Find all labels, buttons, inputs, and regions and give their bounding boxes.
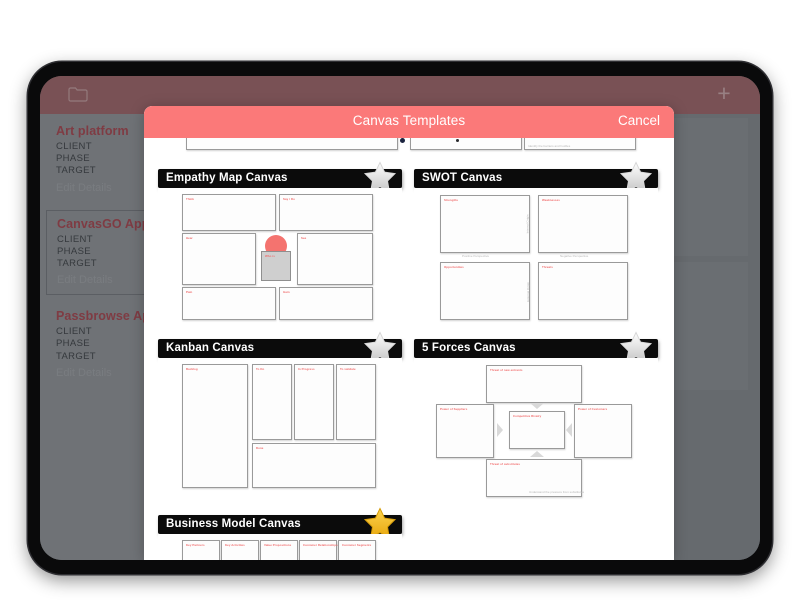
- templates-scroll-area[interactable]: Identify the barriers and hurdles Empath…: [144, 138, 674, 560]
- canvas-box-label: Pain: [185, 289, 192, 294]
- modal-header: Canvas Templates Cancel: [144, 106, 674, 138]
- canvas-box: Customer Segments: [338, 540, 376, 560]
- arrow-down-icon: [530, 403, 544, 409]
- canvas-box: Think: [182, 194, 276, 231]
- canvas-box-label: Competitive Rivalry: [512, 413, 541, 418]
- canvas-box: In Progress: [294, 364, 334, 440]
- canvas-box: To validate: [336, 364, 376, 440]
- canvas-box-label: Strengths: [443, 197, 458, 202]
- page-title: Canvas Templates: [352, 113, 466, 128]
- canvas-box-label: Backlog: [185, 366, 198, 371]
- canvas-box: Strengths: [440, 195, 530, 253]
- template-title-bar: 5 Forces Canvas: [414, 331, 658, 363]
- canvas-box: Done: [252, 443, 376, 488]
- canvas-box-label: Power of Suppliers: [439, 406, 467, 411]
- persona-body-shape: Who is: [261, 251, 291, 281]
- template-card-5-forces[interactable]: 5 Forces Canvas Threat of new entrants P…: [414, 331, 658, 502]
- template-name: Empathy Map Canvas: [166, 172, 288, 184]
- template-name: SWOT Canvas: [422, 172, 503, 184]
- template-title-bar: SWOT Canvas: [414, 161, 658, 193]
- canvas-box: Value Propositions: [260, 540, 298, 560]
- canvas-box: Backlog: [182, 364, 248, 488]
- canvas-box-label: Customer Relationships: [302, 542, 338, 547]
- template-name: 5 Forces Canvas: [422, 342, 516, 354]
- canvas-box: Key Partners: [182, 540, 220, 560]
- template-title-bar: Kanban Canvas: [158, 331, 402, 363]
- canvas-box-label: Value Propositions: [263, 542, 291, 547]
- device-screen: + Art platform CLIENT PHASE TARGET Edit …: [40, 76, 760, 560]
- template-title-bar: Empathy Map Canvas: [158, 161, 402, 193]
- canvas-box-label: Threat of substitutes: [489, 461, 520, 466]
- canvas-box-label: To Do: [255, 366, 264, 371]
- canvas-box-label: See: [300, 235, 306, 240]
- canvas-box-label: Done: [255, 445, 263, 450]
- canvas-box: Pain: [182, 287, 276, 320]
- canvas-templates-modal: Canvas Templates Cancel Identify the bar…: [144, 106, 674, 560]
- template-card-business-model[interactable]: Business Model Canvas Key Partners Key A…: [158, 507, 402, 560]
- canvas-box-label: Threat of new entrants: [489, 367, 523, 372]
- templates-list: Identify the barriers and hurdles Empath…: [144, 138, 674, 560]
- canvas-box-label: Think: [185, 196, 194, 201]
- template-name: Kanban Canvas: [166, 342, 255, 354]
- canvas-box: Gain: [279, 287, 373, 320]
- template-name: Business Model Canvas: [166, 518, 301, 530]
- canvas-box: Power of Customers: [574, 404, 632, 458]
- arrow-right-icon: [497, 423, 503, 437]
- canvas-box: Customer Relationships: [299, 540, 337, 560]
- canvas-box: Power of Suppliers: [436, 404, 494, 458]
- canvas-box: Opportunities: [440, 262, 530, 320]
- swot-axis-label: External Origin: [525, 282, 530, 302]
- template-title-bar: Business Model Canvas: [158, 507, 402, 539]
- swot-axis-label: Positive Perspective: [462, 254, 490, 258]
- canvas-box: Weaknesses: [538, 195, 628, 253]
- canvas-box-label: Hear: [185, 235, 193, 240]
- canvas-box-label: Customer Segments: [341, 542, 371, 547]
- canvas-box-label: To validate: [339, 366, 356, 371]
- canvas-box: Say / Do: [279, 194, 373, 231]
- template-card-partial[interactable]: Identify the barriers and hurdles: [158, 138, 660, 160]
- template-card-kanban[interactable]: Kanban Canvas Backlog To Do In Progress …: [158, 331, 402, 502]
- canvas-box-label: Threats: [541, 264, 553, 269]
- canvas-box-label: Who is: [264, 253, 275, 258]
- canvas-box-label: Gain: [282, 289, 290, 294]
- canvas-box: Competitive Rivalry: [509, 411, 565, 449]
- canvas-box-label: Opportunities: [443, 264, 464, 269]
- canvas-box: To Do: [252, 364, 292, 440]
- canvas-box: Threat of new entrants: [486, 365, 582, 403]
- canvas-box-label: Power of Customers: [577, 406, 607, 411]
- canvas-box-label: In Progress: [297, 366, 315, 371]
- canvas-box-label: Key Activities: [224, 542, 245, 547]
- canvas-box: Threat of substitutes Understand the pre…: [486, 459, 584, 497]
- arrow-left-icon: [566, 423, 572, 437]
- ipad-device-frame: + Art platform CLIENT PHASE TARGET Edit …: [28, 62, 772, 574]
- swot-axis-label: Negative Perspective: [560, 254, 589, 258]
- canvas-box: See: [297, 233, 373, 285]
- template-card-swot[interactable]: SWOT Canvas Strengths Weaknesses Opportu…: [414, 161, 658, 326]
- arrow-up-icon: [530, 451, 544, 457]
- front-camera-dot: [400, 138, 405, 143]
- canvas-box: Threats: [538, 262, 628, 320]
- cancel-button[interactable]: Cancel: [618, 113, 660, 128]
- sensor-dot: [456, 139, 459, 142]
- canvas-box-label: Say / Do: [282, 196, 295, 201]
- canvas-box-label: Key Partners: [185, 542, 205, 547]
- swot-axis-label: Internal Origin: [525, 214, 530, 234]
- canvas-box: Key Activities: [221, 540, 259, 560]
- template-card-empathy-map[interactable]: Empathy Map Canvas Think Say / Do Hear S…: [158, 161, 402, 326]
- canvas-box: Hear: [182, 233, 256, 285]
- canvas-box-label: Weaknesses: [541, 197, 560, 202]
